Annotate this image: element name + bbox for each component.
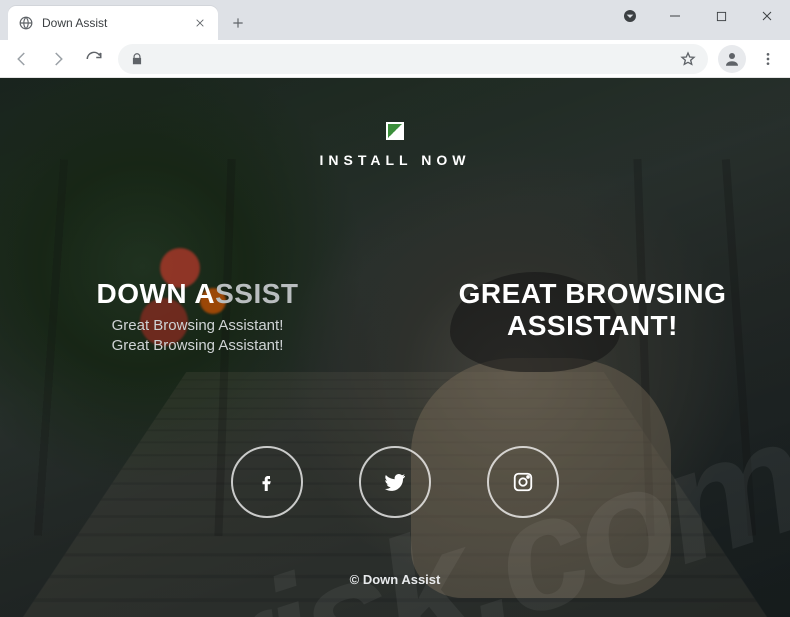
footer-copyright: © Down Assist — [0, 572, 790, 587]
close-icon[interactable] — [192, 15, 208, 31]
install-now-link[interactable]: INSTALL NOW — [0, 152, 790, 168]
tab-title: Down Assist — [42, 16, 184, 30]
profile-avatar[interactable] — [718, 45, 746, 73]
notification-icon[interactable] — [618, 4, 642, 28]
instagram-icon — [512, 471, 534, 493]
back-button[interactable] — [6, 43, 38, 75]
globe-icon — [18, 15, 34, 31]
new-tab-button[interactable] — [224, 9, 252, 37]
browser-titlebar: Down Assist — [0, 0, 790, 40]
url-input[interactable] — [154, 51, 670, 66]
lock-icon — [130, 52, 144, 66]
product-title-strong: DOWN A — [96, 278, 215, 309]
facebook-button[interactable] — [231, 446, 303, 518]
window-maximize-button[interactable] — [698, 0, 744, 32]
product-title: DOWN ASSIST — [26, 278, 369, 310]
forward-button[interactable] — [42, 43, 74, 75]
product-subtitle: Great Browsing Assistant! Great Browsing… — [26, 316, 369, 357]
twitter-button[interactable] — [359, 446, 431, 518]
facebook-icon — [258, 469, 276, 495]
address-bar[interactable] — [118, 44, 708, 74]
headline-text: GREAT BROWSING ASSISTANT! — [421, 278, 764, 342]
twitter-icon — [383, 470, 407, 494]
window-close-button[interactable] — [744, 0, 790, 32]
page-content: risk.com INSTALL NOW DOWN ASSIST Great B… — [0, 78, 790, 617]
reload-button[interactable] — [78, 43, 110, 75]
broken-image-icon — [386, 122, 404, 140]
browser-toolbar — [0, 40, 790, 78]
window-minimize-button[interactable] — [652, 0, 698, 32]
kebab-menu-icon[interactable] — [752, 43, 784, 75]
instagram-button[interactable] — [487, 446, 559, 518]
bookmark-icon[interactable] — [680, 51, 696, 67]
product-title-rest: SSIST — [215, 278, 298, 309]
browser-tab[interactable]: Down Assist — [8, 6, 218, 40]
